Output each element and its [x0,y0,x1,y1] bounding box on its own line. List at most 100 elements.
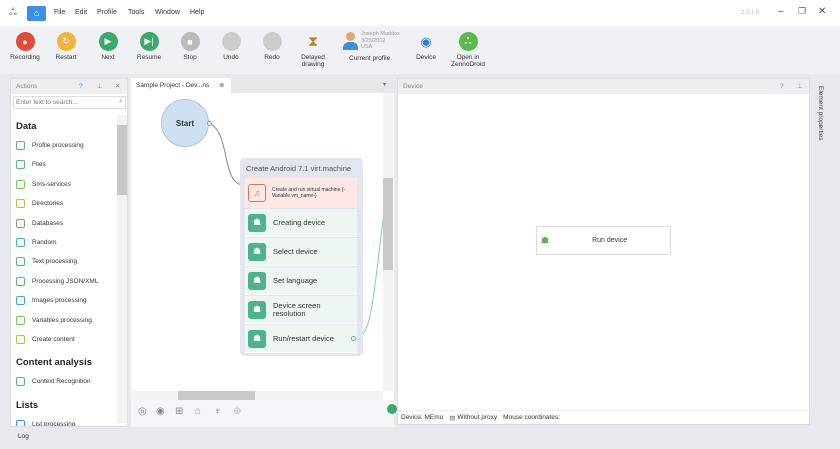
settings-icon[interactable]: ◎ [138,406,147,417]
menu-window[interactable]: Window [155,9,180,16]
section-heading: Content analysis [16,357,93,369]
hierarchy-icon[interactable]: ♆ [214,406,222,417]
action-item[interactable]: Text processing [16,257,77,267]
action-item[interactable]: Random [16,238,57,247]
action-row[interactable]: ☗ Run/restart device [245,325,357,353]
next-button[interactable]: ▶ Next [88,32,128,61]
action-item[interactable]: List processing [16,419,75,426]
open-zennodroid-button[interactable]: ஃ Open in ZennoDroid [448,32,488,68]
avatar[interactable] [340,32,360,52]
menu-file[interactable]: File [54,9,65,16]
label: Undo [223,54,239,61]
create-vm-row[interactable]: ♫ Create and run virtual machine {-Varia… [245,178,357,208]
action-icon [16,335,25,344]
actions-panel: Actions ? ⊥ ✕ ⌕ Data Profile processing Fi… [10,78,128,427]
resume-button[interactable]: ▶| Resume [129,32,169,61]
recording-button[interactable]: ● Recording [5,32,45,61]
label: Redo [264,54,280,61]
label: Next [101,54,115,61]
proxy-icon: ▤ [449,414,456,422]
start-node[interactable]: Start [161,99,209,147]
action-item[interactable]: Create content [16,335,75,344]
element-properties-sidebar[interactable]: Element properties [812,78,832,427]
android-icon: ☗ [248,329,266,348]
menu-tools[interactable]: Tools [128,9,144,16]
action-item[interactable]: Images processing [16,296,87,306]
version-label: 2.3.1.0 [741,10,760,16]
redo-button[interactable]: Redo [252,32,292,61]
row-label: Device screen resolution [273,300,321,318]
stop-icon: ■ [180,32,200,51]
action-item[interactable]: Variables processing [16,315,92,325]
help-icon[interactable]: ? [780,83,784,90]
lock-icon[interactable]: ⌂ [195,406,201,417]
action-row[interactable]: ☗ Creating device [245,209,357,237]
delayed-drawing-button[interactable]: ⧗ Delayed drawing [293,32,333,68]
action-row[interactable]: ☗ Set language [245,267,357,295]
device-status: Device: MEmu [401,414,444,421]
grid-icon[interactable]: ⊞ [175,406,183,417]
label: Stop [183,54,197,61]
action-item[interactable]: Files [16,160,46,170]
tab-close-icon[interactable]: ⊗ [219,81,224,89]
minimize-button[interactable]: – [778,6,784,17]
log-tab[interactable]: Log [10,428,828,444]
project-canvas[interactable]: Start Create Android 7.1 virt.machine ♫ … [131,93,397,427]
tab-sample-project[interactable]: Sample Project - Dev...ns ⊗ [131,78,231,93]
output-port[interactable] [351,336,356,341]
menu-profile[interactable]: Profile [97,9,117,16]
action-label: Databases [32,219,64,227]
action-row[interactable]: ☗ Device screen resolution [245,296,357,324]
actions-scrollbar[interactable] [117,115,127,423]
tab-dropdown-icon[interactable]: ▾ [383,81,386,88]
action-icon [16,160,25,170]
help-icon[interactable]: ? [79,83,83,90]
action-item[interactable]: Sms-services [16,179,71,189]
start-output-port[interactable] [207,121,212,126]
action-icon [16,218,25,228]
canvas-vscrollbar[interactable] [383,93,393,391]
device-status-bar: Device: MEmu ▤ Without proxy Mouse coord… [398,410,809,424]
group-title: Create Android 7.1 virt.machine [246,164,352,173]
element-properties-tab[interactable]: Element properties [817,86,824,141]
run-device-button[interactable]: ☗ Run device [536,226,671,255]
action-icon [16,199,25,209]
home-button[interactable]: ⌂ [27,6,46,21]
actions-header: Actions ? ⊥ ✕ [11,79,127,94]
action-item[interactable]: Context Recognition [16,377,91,387]
close-button[interactable]: ✕ [818,6,826,17]
restore-button[interactable]: ❐ [798,6,806,17]
action-icon [16,315,25,325]
menu-help[interactable]: Help [190,9,204,16]
action-item[interactable]: Directories [16,199,63,209]
search-icon: ⌕ [119,98,123,105]
action-item[interactable]: Processing JSON/XML [16,276,98,286]
pin-icon[interactable]: ⊥ [97,82,103,90]
action-icon [16,296,25,306]
action-group-node[interactable]: Create Android 7.1 virt.machine ♫ Create… [240,158,363,356]
android-icon: ☗ [248,213,266,232]
action-item[interactable]: Databases [16,218,64,228]
restart-button[interactable]: ↻ Restart [46,32,86,61]
current-profile-button[interactable]: Current profile [349,55,390,62]
skip-icon: ▶| [139,32,159,51]
stop-button[interactable]: ■ Stop [170,32,210,61]
user-icon[interactable]: ◉ [156,406,165,417]
add-icon[interactable]: ⊕ [233,406,241,417]
android-icon: ☗ [541,235,550,245]
label: Run device [592,237,628,244]
action-item[interactable]: Profile processing [16,141,84,150]
action-icon [16,377,25,387]
close-icon[interactable]: ✕ [115,82,120,90]
label: Device [416,54,436,61]
section-heading: Data [16,121,37,132]
android-icon: ☗ [248,300,266,319]
device-button[interactable]: ◉ Device [406,32,446,62]
menu-edit[interactable]: Edit [75,9,87,16]
row-label: Select device [273,246,318,256]
pin-icon[interactable]: ⊥ [797,82,803,90]
undo-button[interactable]: Undo [211,32,251,61]
action-row[interactable]: ☗ Select device [245,238,357,266]
canvas-hscrollbar[interactable] [131,391,383,400]
actions-search-input[interactable] [13,96,126,109]
